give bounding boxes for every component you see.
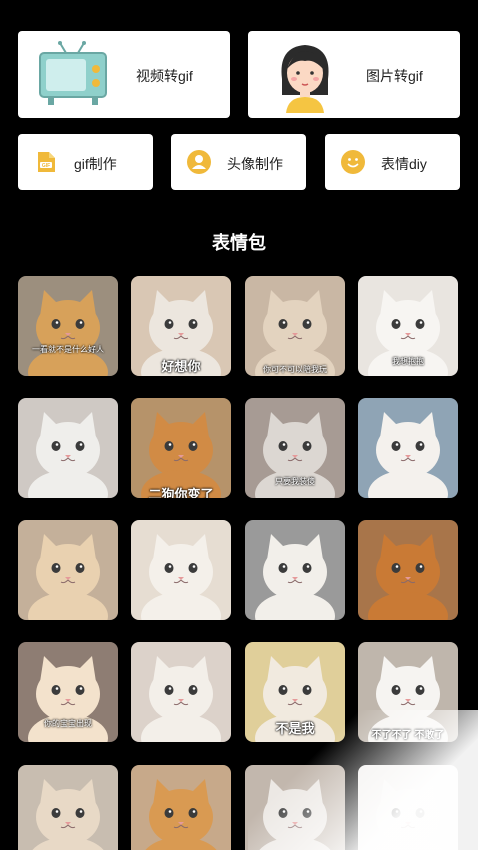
emoji-diy-card[interactable]: 表情diy bbox=[325, 134, 460, 190]
cat-photo-icon bbox=[368, 412, 448, 498]
cat-photo-icon bbox=[372, 779, 444, 850]
sticker-caption: 不了不了 不敢了 bbox=[371, 730, 445, 741]
sticker-tile[interactable]: 不了不了 不敢了 bbox=[358, 642, 458, 742]
gif-make-label: gif制作 bbox=[74, 156, 117, 172]
sticker-tile[interactable]: 二狗你变了 bbox=[131, 398, 231, 498]
sticker-caption: 好想你 bbox=[161, 359, 201, 374]
gif-make-card[interactable]: GIF gif制作 bbox=[18, 134, 153, 190]
svg-text:GIF: GIF bbox=[42, 163, 50, 169]
sticker-tile[interactable] bbox=[18, 520, 118, 620]
sticker-caption: 二狗你变了 bbox=[148, 487, 214, 498]
image-to-gif-card[interactable]: 图片转gif bbox=[248, 31, 460, 118]
sticker-tile[interactable]: 你可不可以陪我玩 bbox=[245, 276, 345, 376]
cat-photo-icon bbox=[28, 534, 108, 620]
gif-file-icon: GIF bbox=[38, 152, 55, 172]
sticker-tile[interactable] bbox=[358, 520, 458, 620]
sticker-caption: 只要我装傻 bbox=[275, 477, 315, 486]
sticker-tile[interactable] bbox=[18, 765, 118, 850]
video-to-gif-label: 视频转gif bbox=[136, 68, 193, 84]
sticker-tile[interactable] bbox=[131, 642, 231, 742]
sticker-caption: 你可不可以陪我玩 bbox=[263, 365, 327, 374]
emoji-diy-label: 表情diy bbox=[381, 156, 427, 172]
sticker-tile[interactable]: 我想抱抱 bbox=[358, 276, 458, 376]
sticker-caption: 不是我 bbox=[275, 721, 315, 736]
sticker-caption: 你的宝宝出现 bbox=[44, 719, 92, 728]
sticker-tile[interactable] bbox=[131, 520, 231, 620]
section-title: 表情包 bbox=[212, 233, 266, 253]
sticker-tile[interactable] bbox=[245, 520, 345, 620]
sticker-tile[interactable]: 我爱到了 bbox=[245, 765, 345, 850]
avatar-make-label: 头像制作 bbox=[227, 156, 283, 172]
image-to-gif-label: 图片转gif bbox=[366, 68, 423, 84]
cat-photo-icon bbox=[28, 290, 108, 376]
sticker-tile[interactable]: 只要我装傻 bbox=[245, 398, 345, 498]
cat-photo-icon bbox=[255, 534, 335, 620]
tv-icon bbox=[39, 41, 107, 105]
sticker-tile[interactable] bbox=[358, 765, 458, 850]
video-to-gif-card[interactable]: 视频转gif bbox=[18, 31, 230, 118]
sticker-tile[interactable]: 你的宝宝出现 bbox=[18, 642, 118, 742]
girl-avatar-icon bbox=[281, 45, 329, 113]
sticker-tile[interactable]: 不是我 bbox=[245, 642, 345, 742]
cat-photo-icon bbox=[145, 779, 217, 850]
sticker-tile[interactable] bbox=[131, 765, 231, 850]
cat-photo-icon bbox=[141, 534, 221, 620]
cat-photo-icon bbox=[28, 412, 108, 498]
cat-photo-icon bbox=[141, 656, 221, 742]
user-avatar-icon bbox=[187, 150, 211, 174]
sticker-caption: 一看就不是什么好人 bbox=[32, 345, 104, 354]
cat-photo-icon bbox=[32, 779, 104, 850]
avatar-make-card[interactable]: 头像制作 bbox=[171, 134, 306, 190]
cat-photo-icon bbox=[259, 779, 331, 850]
sticker-tile[interactable]: 好想你 bbox=[131, 276, 231, 376]
cat-photo-icon bbox=[255, 290, 335, 376]
sticker-tile[interactable]: 一看就不是什么好人 bbox=[18, 276, 118, 376]
smile-icon bbox=[341, 150, 365, 174]
cat-photo-icon bbox=[141, 412, 221, 498]
cat-photo-icon bbox=[368, 534, 448, 620]
sticker-tile[interactable] bbox=[358, 398, 458, 498]
sticker-tile[interactable] bbox=[18, 398, 118, 498]
sticker-caption: 我想抱抱 bbox=[392, 357, 424, 366]
